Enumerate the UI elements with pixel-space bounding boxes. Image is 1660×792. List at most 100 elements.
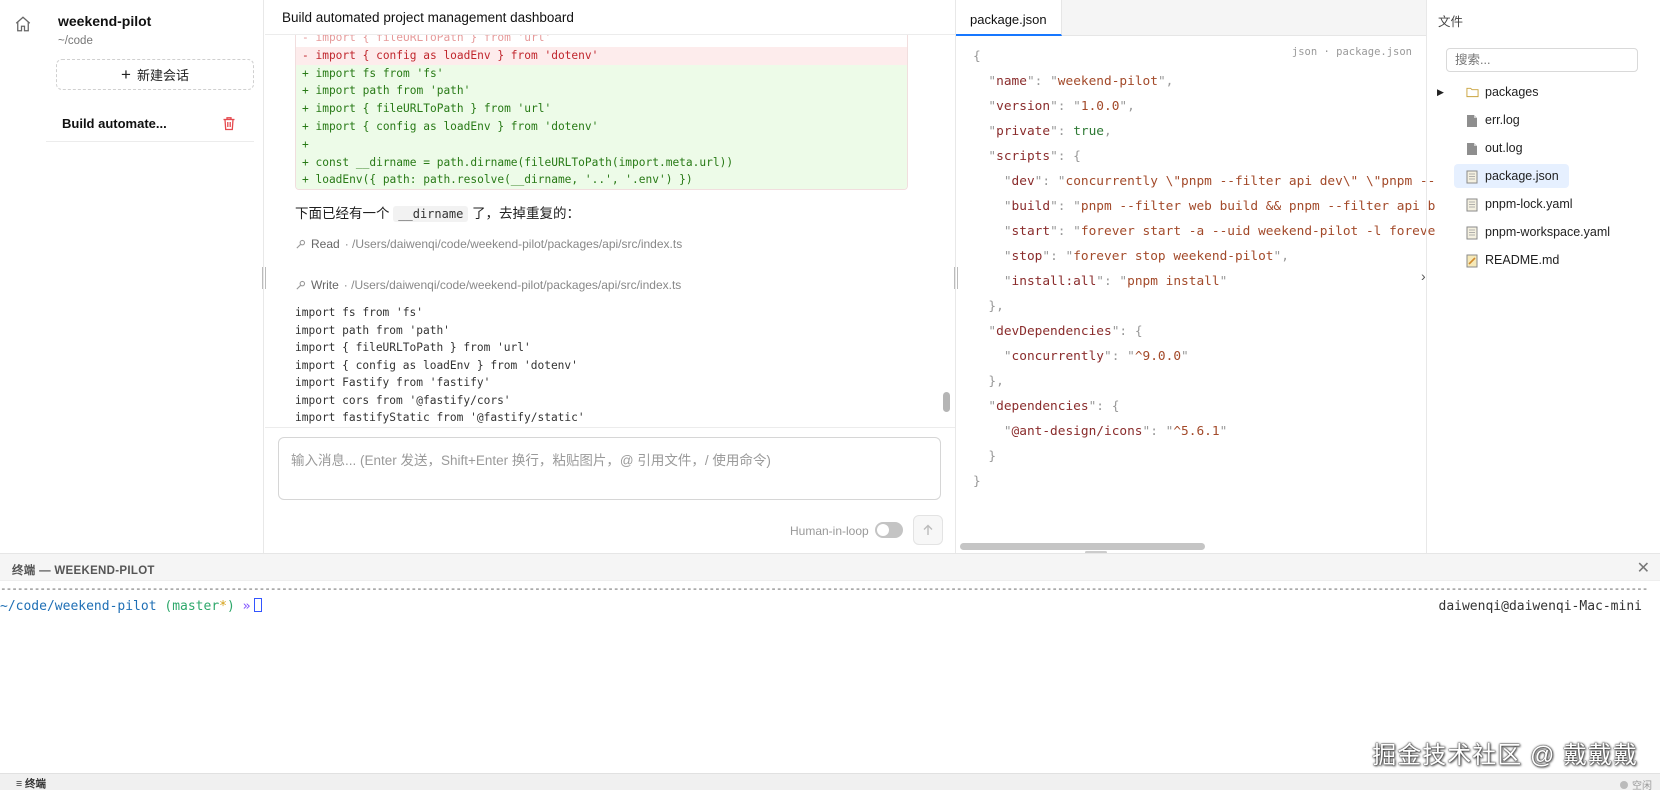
code-token: ", (1157, 74, 1174, 89)
inline-code: __dirname (393, 206, 469, 222)
file-explorer-title: 文件 (1438, 15, 1464, 29)
code-token: private (996, 124, 1051, 139)
editor-line: "dependencies": { (973, 394, 1435, 419)
status-bar: ≡ 终端 空闲 (0, 773, 1660, 792)
editor-line: "concurrently": "^9.0.0" (973, 344, 1435, 369)
wrench-icon (296, 280, 306, 290)
editor-line: } (973, 469, 1435, 494)
code-line: import path from 'path' (295, 323, 450, 337)
delete-icon[interactable] (222, 116, 236, 131)
code-token: " (973, 99, 997, 114)
editor-line: }, (973, 294, 1435, 319)
editor-resize-handle[interactable] (954, 267, 958, 289)
status-terminal-toggle[interactable]: ≡ 终端 (16, 776, 46, 791)
diff-line: + (296, 135, 907, 154)
terminal-separator: ----------------------------------------… (0, 582, 1648, 595)
code-token: pnpm --filter web build && pnpm --filter… (1080, 199, 1436, 214)
message-text: 了，去掉重复的： (472, 206, 581, 221)
editor-line: "version": "1.0.0", (973, 94, 1435, 119)
editor-line: "dev": "concurrently \"pnpm --filter api… (973, 169, 1435, 194)
file-name: README.md (1485, 253, 1560, 267)
code-token: }, (973, 374, 1004, 389)
diff-line: - import { config as loadEnv } from 'dot… (296, 46, 907, 65)
tool-call-read[interactable]: Read · /Users/daiwenqi/code/weekend-pilo… (295, 237, 682, 251)
send-button[interactable] (913, 515, 943, 545)
code-token: scripts (996, 149, 1051, 164)
code-token: " (973, 274, 1012, 289)
prompt-branch: master (172, 599, 220, 614)
chat-messages: - import { fileURLToPath } from 'url' - i… (265, 35, 955, 427)
code-token: concurrently (1011, 349, 1104, 364)
close-icon[interactable]: ✕ (1637, 558, 1650, 578)
human-in-loop-toggle[interactable] (875, 522, 903, 538)
code-token: ": " (1103, 349, 1135, 364)
message-text: 下面已经有一个 (295, 206, 390, 221)
code-token: install:all (1011, 274, 1097, 289)
code-token: ^5.6.1 (1173, 424, 1220, 439)
editor-line: "@ant-design/icons": "^5.6.1" (973, 419, 1435, 444)
file-tree-item[interactable]: package.json (1454, 164, 1569, 188)
home-icon[interactable] (14, 15, 32, 33)
code-token: " (973, 224, 1012, 239)
markdown-file-icon (1466, 254, 1479, 267)
message-input[interactable] (278, 437, 941, 500)
file-tree-item[interactable]: pnpm-lock.yaml (1427, 192, 1583, 216)
editor-tabbar: package.json (956, 0, 1427, 36)
code-token: ": " (1042, 249, 1074, 264)
tool-call-write[interactable]: Write · /Users/daiwenqi/code/weekend-pil… (295, 278, 681, 292)
code-token: } (973, 449, 997, 464)
file-search-input[interactable] (1446, 48, 1638, 72)
chat-scrollbar[interactable] (943, 392, 950, 412)
project-name: weekend-pilot (58, 13, 152, 29)
new-chat-button[interactable]: + 新建会话 (56, 59, 254, 90)
tab-package-json[interactable]: package.json (956, 0, 1062, 36)
prompt-dirty-marker: * (219, 599, 227, 614)
editor-line: "scripts": { (973, 144, 1435, 169)
file-tree-item[interactable]: err.log (1427, 108, 1530, 132)
editor-line: { (973, 44, 1435, 69)
code-editor[interactable]: { "name": "weekend-pilot", "version": "1… (973, 44, 1435, 494)
tool-path: · /Users/daiwenqi/code/weekend-pilot/pac… (343, 278, 682, 292)
code-line: import { config as loadEnv } from 'doten… (295, 358, 578, 372)
chevron-right-icon[interactable]: › (1421, 268, 1426, 284)
editor-line: }, (973, 369, 1435, 394)
code-line: import fs from 'fs' (295, 306, 423, 319)
code-block: import fs from 'fs' import path from 'pat… (295, 304, 585, 427)
code-token: weekend-pilot (1057, 74, 1158, 89)
code-token: stop (1011, 249, 1043, 264)
file-icon (1466, 142, 1479, 155)
divider (265, 427, 955, 428)
session-item[interactable]: Build automate... (46, 105, 254, 142)
file-name: out.log (1485, 141, 1523, 155)
tool-name: Read (311, 237, 340, 251)
code-token: ": { (1111, 324, 1143, 339)
assistant-message: 下面已经有一个 __dirname 了，去掉重复的： (295, 202, 580, 222)
code-token: dev (1011, 174, 1035, 189)
caret-right-icon[interactable]: ▶ (1437, 87, 1444, 98)
file-tree-item[interactable]: README.md (1427, 248, 1569, 272)
code-token: " (973, 399, 997, 414)
editor-horizontal-scrollbar[interactable] (960, 543, 1205, 550)
file-tree-item[interactable]: out.log (1427, 136, 1533, 160)
code-token: } (973, 474, 981, 489)
code-token: ": " (1050, 199, 1081, 214)
file-name: pnpm-lock.yaml (1485, 197, 1573, 211)
editor-line: "start": "forever start -a --uid weekend… (973, 219, 1435, 244)
file-tree-item[interactable]: ▶ packages (1427, 80, 1549, 104)
code-token: , (1104, 124, 1112, 139)
file-name: package.json (1485, 169, 1559, 183)
editor-line: "install:all": "pnpm install" (973, 269, 1435, 294)
code-token: " (973, 149, 997, 164)
code-token: " (973, 424, 1012, 439)
chat-panel: Build automated project management dashb… (265, 0, 1107, 554)
file-icon (1466, 114, 1479, 127)
yaml-file-icon (1466, 198, 1479, 211)
file-name: pnpm-workspace.yaml (1485, 225, 1611, 239)
terminal-host: daiwenqi@daiwenqi-Mac-mini (1438, 599, 1643, 614)
editor-line: } (973, 444, 1435, 469)
code-token: ": " (1026, 74, 1058, 89)
new-chat-label: 新建会话 (136, 68, 189, 83)
file-tree-item[interactable]: pnpm-workspace.yaml (1427, 220, 1620, 244)
code-token: dependencies (996, 399, 1089, 414)
terminal-header: 终端 — WEEKEND-PILOT ✕ (0, 553, 1660, 581)
